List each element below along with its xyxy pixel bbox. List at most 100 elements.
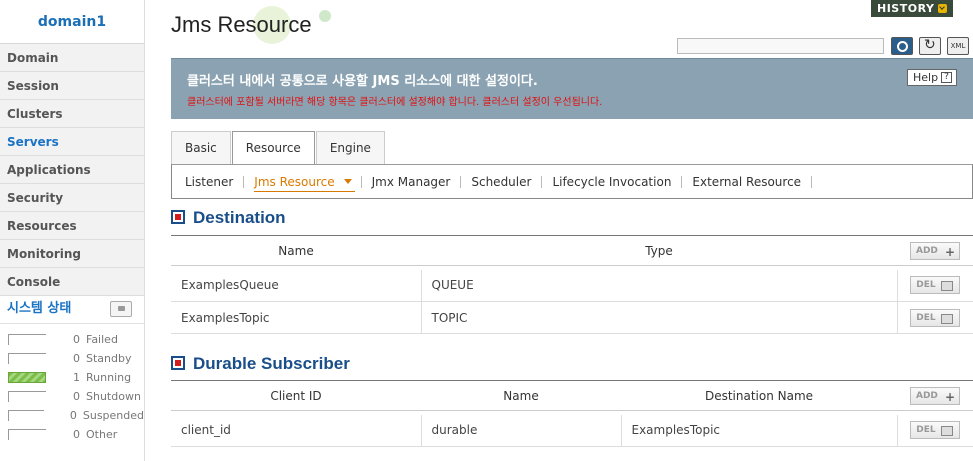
banner-description: 클러스터 내에서 공통으로 사용할 JMS 리소스에 대한 설정이다. [187,74,538,89]
tab-basic[interactable]: Basic [171,131,231,164]
column-header-name: Name [171,235,421,266]
status-count: 0 [73,428,80,441]
destination-table: Name Type ADD ExamplesQueue QUEUE DEL Ex… [171,235,973,334]
sidebar-item-monitoring[interactable]: Monitoring [0,240,144,268]
subnav-scheduler[interactable]: Scheduler [471,175,543,188]
section-flag-icon [171,356,185,370]
main-content: Jms Resource HISTORY XML 클러스터 내에서 공통으로 사… [171,0,973,461]
status-count: 0 [73,352,80,365]
destination-type: TOPIC [420,301,897,334]
status-bar [8,410,44,421]
system-status-header: 시스템 상태 [0,296,144,324]
tab-bar: Basic Resource Engine [171,131,386,165]
status-row-running: 1 Running [8,368,144,387]
status-bar [8,353,46,364]
subnav-external-resource[interactable]: External Resource [692,175,813,188]
page-title: Jms Resource [171,12,312,37]
tab-engine[interactable]: Engine [315,131,385,164]
status-row-shutdown: 0 Shutdown [8,387,144,406]
del-cell: DEL [896,301,973,334]
sidebar: domain1 Domain Session Clusters Servers … [0,0,145,461]
chevron-down-icon [938,4,947,13]
destination-type: QUEUE [420,269,897,302]
add-destination-button[interactable]: ADD [910,241,960,260]
sidebar-item-domain[interactable]: Domain [0,44,144,72]
status-row-other: 0 Other [8,425,144,444]
status-bar [8,372,46,383]
search-input[interactable] [677,38,884,54]
status-count: 0 [69,409,77,422]
help-button[interactable]: Help ? [907,69,957,86]
add-durable-subscriber-button[interactable]: ADD [910,386,960,405]
status-count: 1 [73,371,80,384]
sidebar-item-resources[interactable]: Resources [0,212,144,240]
destination-name[interactable]: ExamplesQueue [171,269,421,302]
delete-button[interactable]: DEL [910,421,961,440]
status-count: 0 [73,390,80,403]
sidebar-nav: Domain Session Clusters Servers Applicat… [0,44,144,296]
table-header: Name Type ADD [171,235,973,266]
add-cell: ADD [897,235,973,266]
section-flag-icon [171,210,185,224]
status-bar [8,429,46,440]
subnav-listener[interactable]: Listener [185,175,245,188]
history-label: HISTORY [877,2,935,15]
sidebar-item-applications[interactable]: Applications [0,156,144,184]
del-cell: DEL [896,414,973,447]
sidebar-item-security[interactable]: Security [0,184,144,212]
status-label: Standby [86,352,132,365]
durable-subscriber-section-title: Durable Subscriber [171,354,350,374]
status-label: Other [86,428,118,441]
banner-warning: 클러스터에 포함될 서버라면 해당 항목은 클러스터에 설정해야 합니다. 클러… [187,97,603,108]
subnav-jms-resource[interactable]: Jms Resource [254,175,362,192]
status-bar [8,334,46,345]
destination-section-title: Destination [171,208,286,228]
domain-name[interactable]: domain1 [0,0,144,44]
subscriber-destination: ExamplesTopic [620,414,897,447]
status-row-standby: 0 Standby [8,349,144,368]
section-title-text: Destination [193,208,286,227]
status-bar [8,391,46,402]
column-header-name: Name [421,380,621,411]
sidebar-item-console[interactable]: Console [0,268,144,296]
sub-navigation: Listener Jms Resource Jmx Manager Schedu… [171,164,973,199]
durable-subscriber-table: Client ID Name Destination Name ADD clie… [171,380,973,447]
section-title-text: Durable Subscriber [193,354,350,373]
subnav-jmx-manager[interactable]: Jmx Manager [372,175,462,188]
search-icon[interactable] [891,37,913,55]
info-banner: 클러스터 내에서 공통으로 사용할 JMS 리소스에 대한 설정이다. 클러스터… [171,58,973,119]
sidebar-item-clusters[interactable]: Clusters [0,100,144,128]
system-status-label: 시스템 상태 [7,301,72,316]
status-label: Suspended [82,409,144,422]
help-label: Help [913,71,939,84]
status-row-suspended: 0 Suspended [8,406,144,425]
status-row-failed: 0 Failed [8,330,144,349]
column-header-destination-name: Destination Name [621,380,897,411]
subnav-lifecycle-invocation[interactable]: Lifecycle Invocation [552,175,683,188]
monitor-icon[interactable] [110,301,132,317]
refresh-icon[interactable] [919,37,941,55]
question-icon: ? [941,72,952,83]
sidebar-item-session[interactable]: Session [0,72,144,100]
status-label: Shutdown [86,390,141,403]
destination-name[interactable]: ExamplesTopic [171,301,421,334]
delete-button[interactable]: DEL [910,308,961,327]
delete-button[interactable]: DEL [910,276,961,295]
sidebar-item-servers[interactable]: Servers [0,128,144,156]
subscriber-name: durable [420,414,621,447]
tab-resource[interactable]: Resource [231,131,315,165]
table-row[interactable]: client_id durable ExamplesTopic DEL [171,414,973,447]
table-row[interactable]: ExamplesTopic TOPIC DEL [171,301,973,334]
add-cell: ADD [897,380,973,411]
column-header-type: Type [421,235,897,266]
xml-export-icon[interactable]: XML [947,37,969,55]
history-button[interactable]: HISTORY [871,0,953,17]
column-header-client-id: Client ID [171,380,421,411]
table-header: Client ID Name Destination Name ADD [171,380,973,411]
status-label: Running [86,371,132,384]
del-cell: DEL [896,269,973,302]
status-label: Failed [86,333,118,346]
table-row[interactable]: ExamplesQueue QUEUE DEL [171,269,973,302]
subscriber-client-id[interactable]: client_id [171,414,421,447]
decoration-dot [319,10,331,22]
